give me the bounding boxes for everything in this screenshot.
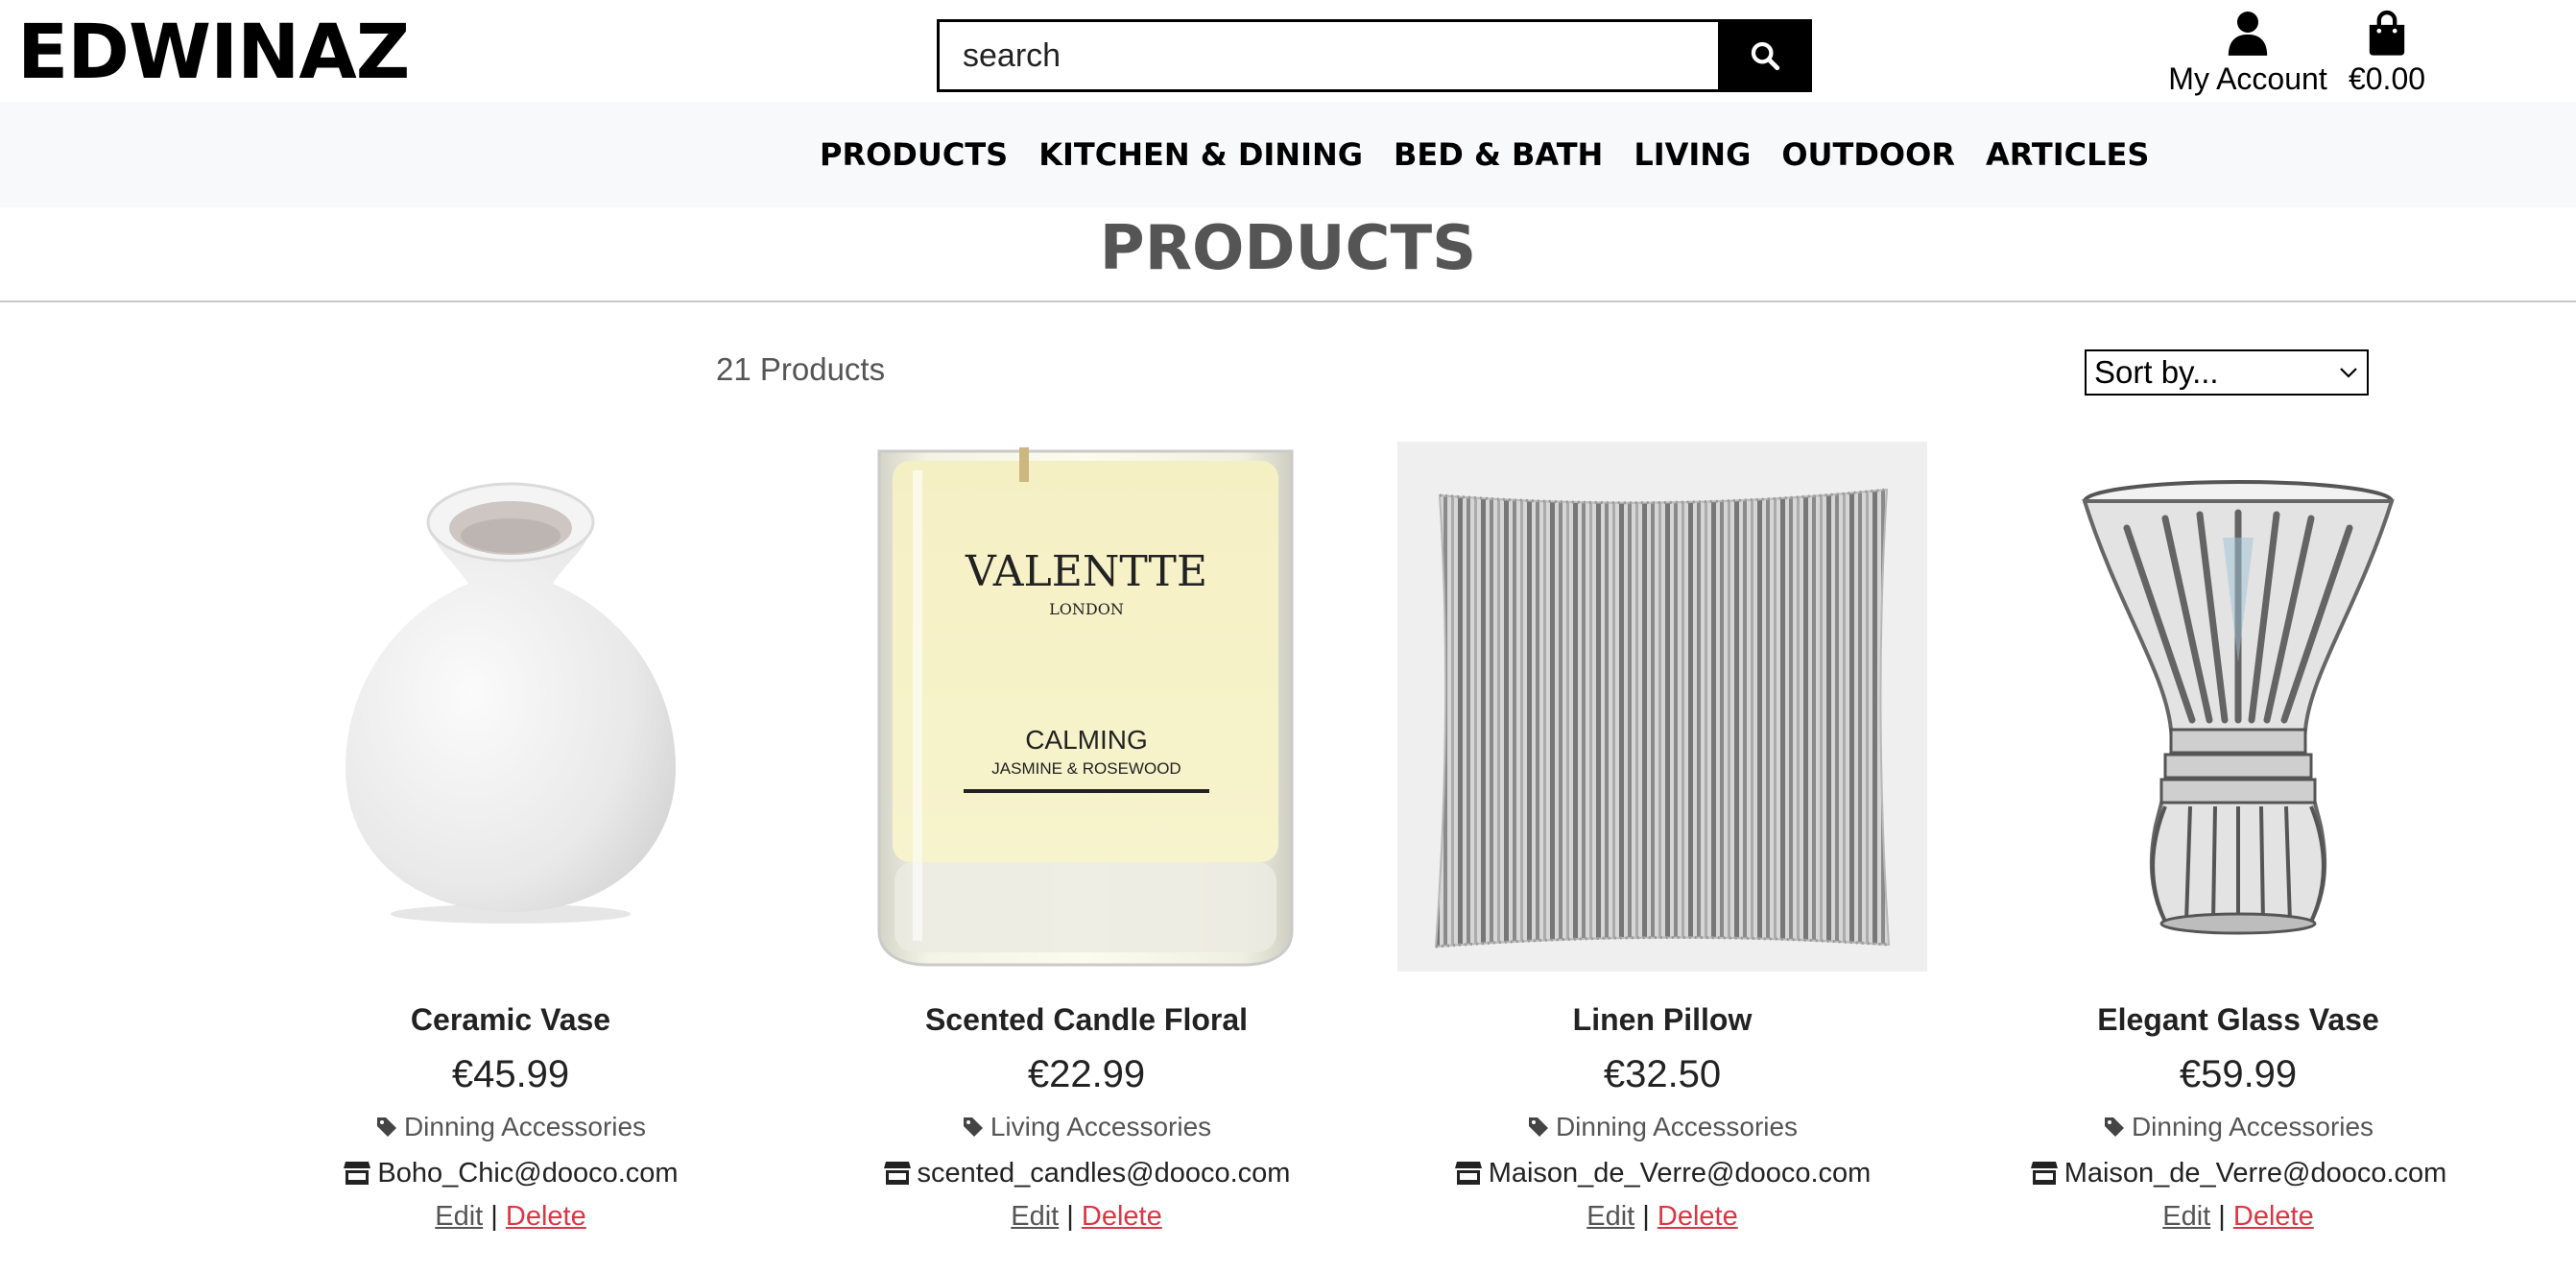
product-actions: Edit | Delete bbox=[1397, 1198, 1927, 1235]
my-account-link[interactable]: My Account bbox=[2163, 10, 2332, 98]
search-icon bbox=[1751, 41, 1780, 71]
product-card: VALENTTE LONDON CALMING JASMINE & ROSEWO… bbox=[822, 442, 1351, 1235]
search-input[interactable] bbox=[937, 19, 1718, 92]
product-name[interactable]: Linen Pillow bbox=[1397, 1000, 1927, 1039]
tag-icon bbox=[2104, 1117, 2124, 1137]
candle-label-brand: VALENTTE bbox=[965, 547, 1207, 596]
site-logo[interactable]: EDWINAZ bbox=[17, 6, 410, 100]
nav-item-products[interactable]: PRODUCTS bbox=[820, 136, 1008, 173]
product-name[interactable]: Elegant Glass Vase bbox=[1973, 1000, 2503, 1039]
delete-link[interactable]: Delete bbox=[2233, 1201, 2314, 1232]
sort-select[interactable]: Sort by... bbox=[2085, 349, 2369, 396]
delete-link[interactable]: Delete bbox=[506, 1201, 586, 1232]
product-card: Linen Pillow €32.50 Dinning Accessories … bbox=[1397, 442, 1927, 1235]
candle-label-scent: CALMING bbox=[1025, 725, 1148, 755]
product-image-ceramic-vase[interactable] bbox=[246, 442, 775, 972]
my-account-label: My Account bbox=[2168, 61, 2327, 96]
product-image-glass-vase[interactable] bbox=[1973, 442, 2503, 972]
product-category[interactable]: Living Accessories bbox=[822, 1110, 1351, 1144]
action-separator: | bbox=[1642, 1201, 1650, 1232]
product-price: €59.99 bbox=[2179, 1053, 2298, 1095]
seller-email: scented_candles@dooco.com bbox=[917, 1158, 1291, 1189]
product-price: €22.99 bbox=[1027, 1053, 1146, 1095]
product-seller: Maison_de_Verre@dooco.com bbox=[1397, 1156, 1927, 1190]
product-seller: Boho_Chic@dooco.com bbox=[246, 1156, 775, 1190]
search-button[interactable] bbox=[1718, 19, 1812, 92]
product-price: €45.99 bbox=[451, 1053, 570, 1095]
product-category[interactable]: Dinning Accessories bbox=[1973, 1110, 2503, 1144]
action-separator: | bbox=[1066, 1201, 1074, 1232]
edit-link[interactable]: Edit bbox=[1586, 1201, 1634, 1232]
product-category-label: Dinning Accessories bbox=[2131, 1112, 2374, 1141]
site-header: EDWINAZ My Account €0.00 bbox=[0, 0, 2576, 102]
candle-label-city: LONDON bbox=[1049, 600, 1124, 618]
chevron-down-icon bbox=[2340, 368, 2357, 378]
product-seller: Maison_de_Verre@dooco.com bbox=[1973, 1156, 2503, 1190]
candle-label-notes: JASMINE & ROSEWOOD bbox=[991, 759, 1181, 778]
product-category-label: Dinning Accessories bbox=[1555, 1112, 1799, 1141]
product-name[interactable]: Scented Candle Floral bbox=[822, 1000, 1351, 1039]
product-category-label: Living Accessories bbox=[990, 1112, 1212, 1141]
delete-link[interactable]: Delete bbox=[1658, 1201, 1738, 1232]
tag-icon bbox=[1528, 1117, 1548, 1137]
sort-select-value: Sort by... bbox=[2094, 354, 2219, 390]
product-category[interactable]: Dinning Accessories bbox=[246, 1110, 775, 1144]
nav-item-articles[interactable]: ARTICLES bbox=[1986, 136, 2149, 173]
store-icon bbox=[883, 1162, 911, 1185]
edit-link[interactable]: Edit bbox=[435, 1201, 483, 1232]
tag-icon bbox=[963, 1117, 983, 1137]
page-title: PRODUCTS bbox=[1099, 213, 1477, 284]
product-image-candle[interactable]: VALENTTE LONDON CALMING JASMINE & ROSEWO… bbox=[822, 442, 1351, 972]
store-icon bbox=[344, 1162, 371, 1185]
seller-email: Boho_Chic@dooco.com bbox=[377, 1158, 679, 1189]
user-icon bbox=[2228, 12, 2268, 56]
product-image-linen-pillow[interactable] bbox=[1397, 442, 1927, 972]
store-icon bbox=[1454, 1162, 1482, 1185]
tag-icon bbox=[376, 1117, 396, 1137]
delete-link[interactable]: Delete bbox=[1082, 1201, 1162, 1232]
nav-item-bed-bath[interactable]: BED & BATH bbox=[1394, 136, 1603, 173]
search-form bbox=[937, 19, 1812, 92]
product-category-label: Dinning Accessories bbox=[403, 1112, 647, 1141]
main-nav: PRODUCTS KITCHEN & DINING BED & BATH LIV… bbox=[0, 102, 2576, 207]
product-count: 21 Products bbox=[716, 351, 886, 387]
edit-link[interactable]: Edit bbox=[1011, 1201, 1059, 1232]
bag-total: €0.00 bbox=[2348, 61, 2426, 96]
product-seller: scented_candles@dooco.com bbox=[822, 1156, 1351, 1190]
store-icon bbox=[2030, 1162, 2058, 1185]
action-separator: | bbox=[490, 1201, 498, 1232]
nav-item-outdoor[interactable]: OUTDOOR bbox=[1781, 136, 1955, 173]
product-card: Ceramic Vase €45.99 Dinning Accessories … bbox=[246, 442, 775, 1235]
action-separator: | bbox=[2218, 1201, 2226, 1232]
product-actions: Edit | Delete bbox=[246, 1198, 775, 1235]
edit-link[interactable]: Edit bbox=[2162, 1201, 2210, 1232]
product-name[interactable]: Ceramic Vase bbox=[246, 1000, 775, 1039]
nav-item-kitchen-dining[interactable]: KITCHEN & DINING bbox=[1038, 136, 1363, 173]
seller-email: Maison_de_Verre@dooco.com bbox=[1488, 1158, 1872, 1189]
product-actions: Edit | Delete bbox=[822, 1198, 1351, 1235]
product-category[interactable]: Dinning Accessories bbox=[1397, 1110, 1927, 1144]
shopping-bag-link[interactable]: €0.00 bbox=[2342, 10, 2432, 98]
product-price: €32.50 bbox=[1603, 1053, 1722, 1095]
product-actions: Edit | Delete bbox=[1973, 1198, 2503, 1235]
seller-email: Maison_de_Verre@dooco.com bbox=[2063, 1158, 2447, 1189]
shopping-bag-icon bbox=[2369, 10, 2405, 56]
product-card: Elegant Glass Vase €59.99 Dinning Access… bbox=[1973, 442, 2503, 1235]
nav-item-living[interactable]: LIVING bbox=[1634, 136, 1751, 173]
title-divider bbox=[0, 300, 2576, 302]
